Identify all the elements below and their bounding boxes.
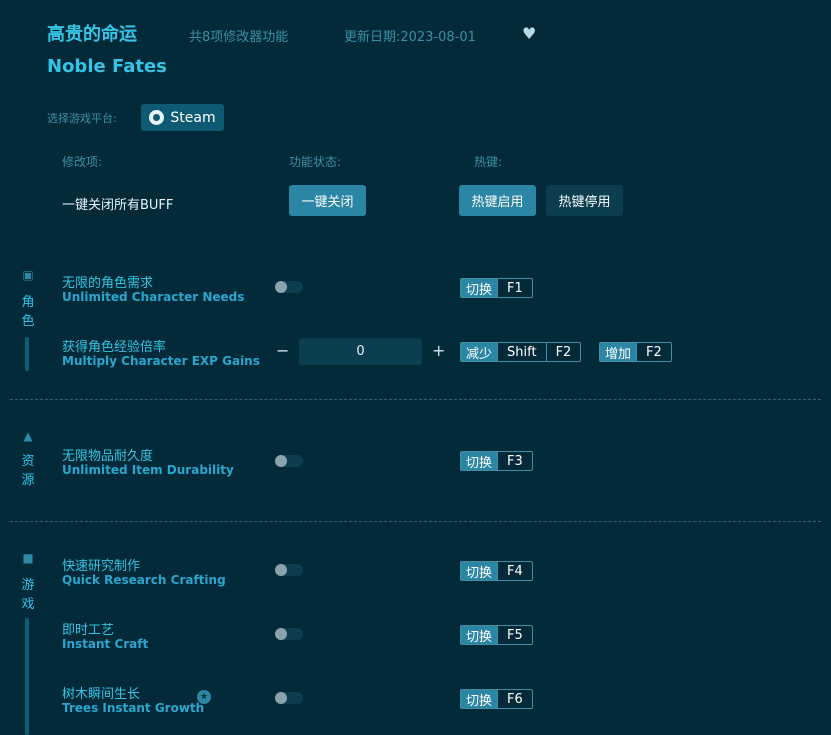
- heart-icon[interactable]: ♥: [522, 24, 536, 43]
- hotkey-disable-button[interactable]: 热键停用: [546, 185, 623, 216]
- toggle-trees[interactable]: [275, 692, 303, 704]
- hotkey-key: F4: [497, 562, 532, 580]
- hotkey-trees[interactable]: 切换 F6: [460, 689, 533, 709]
- feature-count: 共8项修改器功能: [189, 26, 288, 45]
- column-header-item: 修改项:: [62, 153, 102, 170]
- toggle-knob: [275, 692, 287, 704]
- hotkey-durability[interactable]: 切换 F3: [460, 451, 533, 471]
- hotkey-needs[interactable]: 切换 F1: [460, 278, 533, 298]
- toggle-knob: [275, 564, 287, 576]
- item-research-en: Quick Research Crafting: [62, 573, 226, 587]
- category-game: 游戏: [18, 576, 38, 614]
- item-durability-cn: 无限物品耐久度: [62, 445, 153, 464]
- hotkey-label: 切换: [461, 562, 497, 580]
- hotkey-exp-decrease[interactable]: 减少 Shift F2: [460, 342, 581, 362]
- hotkey-exp-increase[interactable]: 增加 F2: [599, 342, 672, 362]
- section-divider: [10, 399, 821, 400]
- game-title-en: Noble Fates: [47, 56, 167, 77]
- item-exp-en: Multiply Character EXP Gains: [62, 354, 260, 368]
- hotkey-enable-button[interactable]: 热键启用: [459, 185, 536, 216]
- hotkey-key-shift: Shift: [497, 343, 546, 361]
- item-trees-en: Trees Instant Growth: [62, 701, 204, 715]
- decrease-button[interactable]: −: [276, 343, 289, 359]
- gamepad-icon: ■: [19, 551, 37, 565]
- hotkey-label: 增加: [600, 343, 636, 361]
- hotkey-research[interactable]: 切换 F4: [460, 561, 533, 581]
- hotkey-key: F6: [497, 690, 532, 708]
- toggle-craft[interactable]: [275, 628, 303, 640]
- column-header-status: 功能状态:: [289, 153, 341, 170]
- hotkey-key: F3: [497, 452, 532, 470]
- hotkey-craft[interactable]: 切换 F5: [460, 625, 533, 645]
- hotkey-key: F2: [546, 343, 581, 361]
- toggle-knob: [275, 628, 287, 640]
- hotkey-key: F1: [497, 279, 532, 297]
- resource-icon: ▲: [19, 429, 37, 443]
- item-craft-cn: 即时工艺: [62, 619, 114, 638]
- hotkey-label: 切换: [461, 279, 497, 297]
- game-title-cn: 高贵的命运: [47, 20, 137, 46]
- category-character: 角色: [18, 293, 38, 331]
- steam-icon: [149, 110, 164, 125]
- item-needs-en: Unlimited Character Needs: [62, 290, 244, 304]
- hotkey-key: F5: [497, 626, 532, 644]
- close-all-button[interactable]: 一键关闭: [289, 185, 366, 216]
- toggle-durability[interactable]: [275, 455, 303, 467]
- star-badge-icon: ★: [197, 690, 211, 704]
- hotkey-label: 切换: [461, 626, 497, 644]
- close-all-buff-label: 一键关闭所有BUFF: [62, 194, 173, 213]
- steam-label: Steam: [170, 110, 215, 126]
- section-divider: [10, 521, 821, 522]
- platform-label: 选择游戏平台:: [47, 110, 117, 126]
- item-exp-cn: 获得角色经验倍率: [62, 336, 166, 355]
- hotkey-label: 切换: [461, 452, 497, 470]
- hotkey-label: 切换: [461, 690, 497, 708]
- item-durability-en: Unlimited Item Durability: [62, 463, 234, 477]
- toggle-knob: [275, 281, 287, 293]
- category-bar: [25, 337, 29, 371]
- hotkey-key: F2: [636, 343, 671, 361]
- item-craft-en: Instant Craft: [62, 637, 148, 651]
- update-date: 更新日期:2023-08-01: [344, 26, 476, 45]
- exp-multiplier-input[interactable]: 0: [299, 338, 422, 365]
- column-header-hotkey: 热键:: [474, 153, 502, 170]
- increase-button[interactable]: +: [432, 343, 445, 359]
- toggle-needs[interactable]: [275, 281, 303, 293]
- category-bar: [25, 618, 29, 735]
- item-needs-cn: 无限的角色需求: [62, 272, 153, 291]
- character-icon: ▣: [19, 268, 37, 282]
- toggle-research[interactable]: [275, 564, 303, 576]
- hotkey-label: 减少: [461, 343, 497, 361]
- toggle-knob: [275, 455, 287, 467]
- category-resource: 资源: [18, 452, 38, 490]
- item-trees-cn: 树木瞬间生长: [62, 683, 140, 702]
- steam-platform-button[interactable]: Steam: [141, 104, 224, 131]
- item-research-cn: 快速研究制作: [62, 555, 140, 574]
